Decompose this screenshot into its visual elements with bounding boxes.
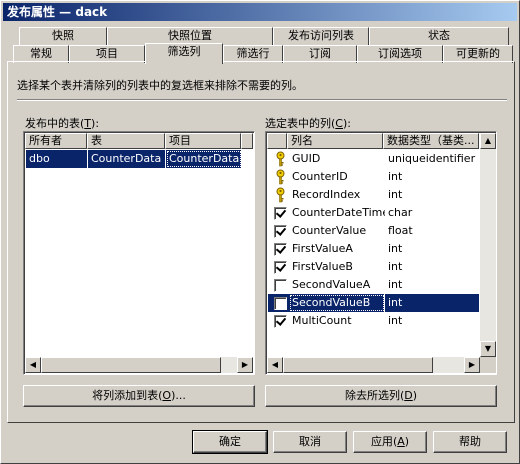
cell-column-name: CounterValue (292, 224, 367, 237)
list-item[interactable]: GUID uniqueidentifier (268, 150, 480, 168)
scroll-left-icon[interactable]: ◀ (25, 357, 41, 373)
window-title: 发布属性 — dack (7, 5, 108, 19)
remove-columns-label: 除去所选列 (344, 389, 400, 402)
checkbox-checked[interactable] (274, 224, 287, 238)
scroll-right-icon[interactable]: ▶ (237, 357, 253, 373)
cell-data-type: int (388, 278, 403, 291)
col-header-owner[interactable]: 所有者 (25, 133, 87, 149)
published-tables-list[interactable]: 所有者 表 项目 dbo CounterData CounterData ◀ ▶ (23, 131, 255, 375)
tab-snapshot[interactable]: 快照 (19, 27, 107, 45)
selected-columns-label-text: 选定表中的列 (265, 117, 331, 130)
cell-column-name: SecondValueA (292, 278, 371, 291)
apply-button[interactable]: 应用(A) (353, 431, 427, 453)
scroll-right-icon[interactable]: ▶ (464, 357, 480, 373)
list-item[interactable]: CounterID int (268, 168, 480, 186)
help-button[interactable]: 帮助 (433, 431, 507, 453)
list-item[interactable]: FirstValueB int (268, 258, 480, 276)
right-vscrollbar[interactable]: ▲ ▼ (480, 133, 496, 357)
published-tables-label-text: 发布中的表 (25, 117, 80, 130)
cell-table: CounterData (88, 150, 166, 168)
scroll-down-icon[interactable]: ▼ (480, 341, 496, 357)
published-tables-header: 所有者 表 项目 (25, 133, 253, 149)
scroll-corner (480, 357, 496, 373)
cell-data-type: int (388, 314, 403, 327)
published-tables-label: 发布中的表(T): (25, 117, 100, 130)
cell-data-type: int (385, 294, 480, 312)
cell-column-name: FirstValueB (292, 260, 353, 273)
published-tables-accel: T (84, 117, 92, 130)
cell-data-type: int (388, 188, 403, 201)
checkbox-unchecked[interactable] (274, 278, 287, 292)
scroll-left-icon[interactable]: ◀ (267, 357, 283, 373)
col-header-filler (241, 133, 253, 149)
selected-columns-list[interactable]: 列名 数据类型（基类... GUID uniqueidentifier Counte… (265, 131, 497, 375)
list-item[interactable]: SecondValueB int (268, 294, 480, 312)
cell-article: CounterData (166, 150, 242, 168)
apply-accel: A (397, 435, 405, 448)
remove-columns-accel: D (404, 389, 413, 402)
cell-data-type: uniqueidentifier (388, 152, 476, 165)
col-header-check (267, 133, 287, 149)
add-columns-label: 将列添加到表 (92, 389, 159, 402)
cell-data-type: float (388, 224, 413, 237)
cell-column-name: SecondValueB (289, 294, 385, 312)
tab-row-back: 快照 快照位置 发布访问列表 状态 (1, 27, 520, 45)
col-header-article[interactable]: 项目 (165, 133, 241, 149)
col-header-column-name[interactable]: 列名 (287, 133, 383, 149)
cell-data-type: char (388, 206, 413, 219)
tab-publication-access-list[interactable]: 发布访问列表 (273, 27, 369, 45)
list-item[interactable]: CounterValue float (268, 222, 480, 240)
checkbox-checked[interactable] (274, 314, 287, 328)
list-item[interactable]: MultiCount int (268, 312, 480, 330)
selected-columns-accel: C (335, 117, 343, 130)
key-icon (274, 169, 287, 185)
cell-owner: dbo (26, 150, 88, 168)
key-icon (274, 187, 287, 203)
description-text: 选择某个表并清除列的列表中的复选框来排除不需要的列。 (17, 79, 303, 92)
dialog-window: 发布属性 — dack 快照 快照位置 发布访问列表 状态 常规 项目 筛选列 … (0, 0, 520, 464)
left-hscroll-thumb[interactable] (41, 357, 221, 373)
cell-data-type: int (388, 260, 403, 273)
selected-columns-label: 选定表中的列(C): (265, 117, 351, 130)
cell-data-type: int (388, 170, 403, 183)
add-columns-accel: O (162, 389, 172, 402)
cancel-button[interactable]: 取消 (273, 431, 347, 453)
left-hscrollbar[interactable]: ◀ ▶ (25, 357, 253, 373)
tab-status[interactable]: 状态 (369, 27, 509, 45)
title-bar[interactable]: 发布属性 — dack (3, 3, 517, 21)
right-hscrollbar[interactable]: ◀ ▶ (267, 357, 480, 373)
cell-column-name: FirstValueA (292, 242, 353, 255)
col-header-data-type[interactable]: 数据类型（基类... (383, 133, 479, 149)
cell-column-name: CounterID (292, 170, 348, 183)
checkbox-checked[interactable] (274, 260, 287, 274)
checkbox-unchecked[interactable] (274, 296, 287, 310)
col-header-table[interactable]: 表 (87, 133, 165, 149)
remove-selected-columns-button[interactable]: 除去所选列(D) (265, 385, 497, 407)
checkbox-checked[interactable] (274, 242, 287, 256)
key-icon (274, 151, 287, 167)
scroll-up-icon[interactable]: ▲ (480, 133, 496, 149)
cell-data-type: int (388, 242, 403, 255)
cell-column-name: CounterDateTime (292, 206, 385, 219)
list-item[interactable]: RecordIndex int (268, 186, 480, 204)
add-columns-to-table-button[interactable]: 将列添加到表(O)... (23, 385, 255, 407)
list-item[interactable]: SecondValueA int (268, 276, 480, 294)
apply-label: 应用 (370, 435, 393, 448)
list-item[interactable]: FirstValueA int (268, 240, 480, 258)
table-row[interactable]: dbo CounterData CounterData (26, 150, 242, 168)
cell-column-name: RecordIndex (292, 188, 361, 201)
tab-filter-columns[interactable]: 筛选列 (145, 43, 223, 64)
selected-columns-header: 列名 数据类型（基类... (267, 133, 479, 149)
cell-column-name: MultiCount (292, 314, 352, 327)
ok-button[interactable]: 确定 (192, 430, 268, 454)
divider (17, 99, 507, 101)
checkbox-checked[interactable] (274, 206, 287, 220)
right-hscroll-thumb[interactable] (283, 357, 433, 373)
list-item[interactable]: CounterDateTime char (268, 204, 480, 222)
cell-column-name: GUID (292, 152, 321, 165)
